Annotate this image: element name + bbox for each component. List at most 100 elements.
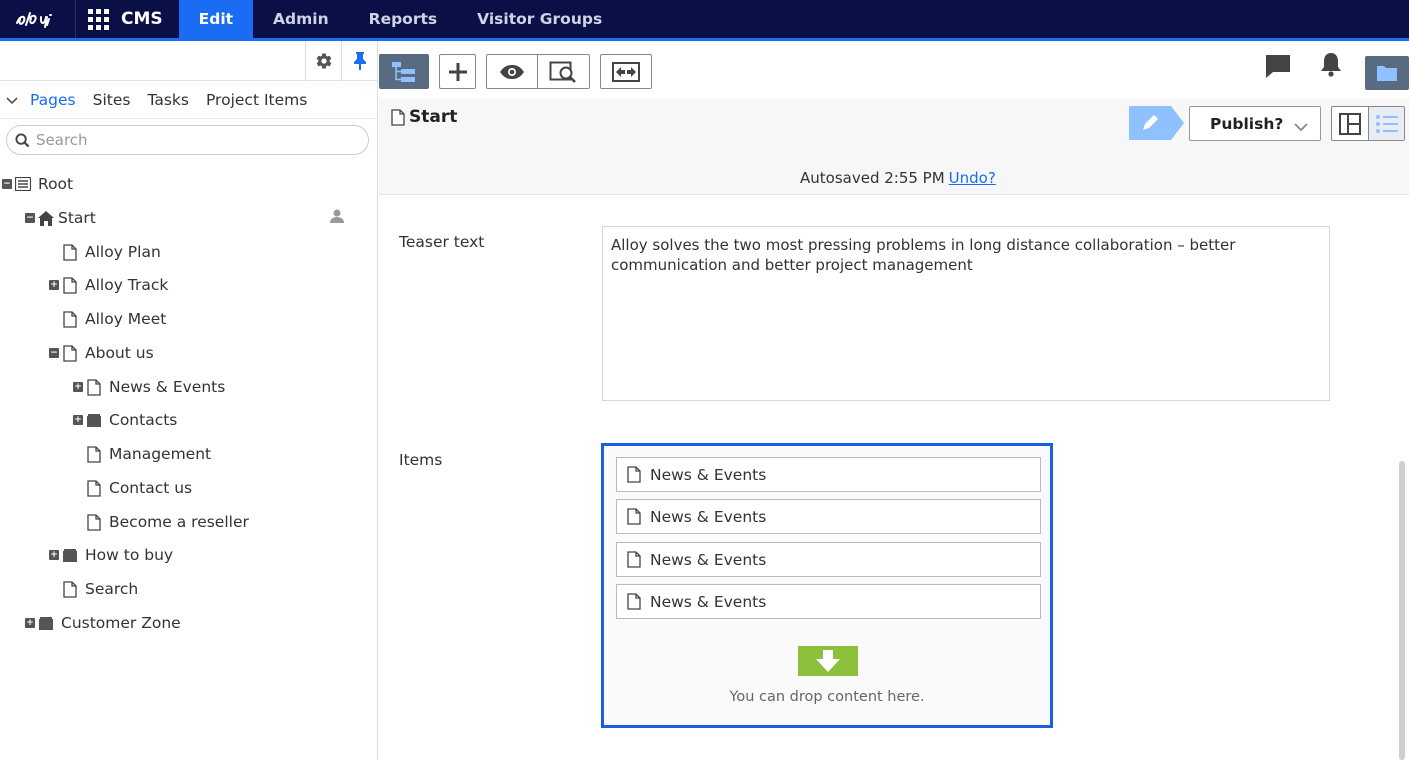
view-mode-group	[486, 54, 590, 89]
page-icon	[86, 479, 102, 497]
edit-view-switcher	[1331, 106, 1405, 141]
page-icon	[627, 508, 641, 525]
tree-node-label: Root	[38, 175, 74, 193]
tab-sites[interactable]: Sites	[93, 91, 131, 109]
tree-node-customer-zone[interactable]: + Customer Zone	[0, 606, 378, 640]
nav-tab-reports[interactable]: Reports	[349, 0, 457, 38]
app-switcher[interactable]	[76, 0, 121, 38]
page-icon	[627, 593, 641, 610]
pane-pin-button[interactable]	[341, 41, 377, 81]
tree-node-label: Alloy Plan	[85, 243, 161, 261]
page-icon	[62, 344, 78, 362]
pane-settings-button[interactable]	[305, 41, 341, 81]
tree-node-search[interactable]: Search	[0, 572, 378, 606]
page-icon	[627, 466, 641, 483]
product-name: CMS	[121, 9, 163, 29]
notifications-button[interactable]	[1319, 51, 1343, 81]
comments-button[interactable]	[1265, 54, 1291, 84]
tree-node-alloy-track[interactable]: + Alloy Track	[0, 268, 378, 302]
tab-pages[interactable]: Pages	[30, 91, 76, 109]
tree-node-alloy-plan[interactable]: Alloy Plan	[0, 235, 378, 269]
pencil-icon	[1129, 106, 1184, 140]
content-area-item[interactable]: News & Events	[616, 584, 1041, 619]
plus-icon	[448, 62, 467, 81]
all-properties-button[interactable]	[1368, 107, 1404, 140]
preview-magnifier-icon	[549, 61, 576, 83]
expand-toggle[interactable]: +	[25, 618, 35, 628]
page-icon	[391, 108, 405, 126]
tree-node-alloy-meet[interactable]: Alloy Meet	[0, 302, 378, 336]
compare-button[interactable]	[600, 54, 652, 89]
toggle-navigation-pane-button[interactable]	[379, 54, 429, 89]
collapse-toggle[interactable]: −	[49, 348, 59, 358]
tree-node-about-us[interactable]: − About us	[0, 336, 378, 370]
tree-node-become-a-reseller[interactable]: Become a reseller	[0, 505, 378, 539]
autosave-text: Autosaved 2:55 PM	[800, 169, 945, 187]
preview-button[interactable]	[487, 55, 538, 88]
home-icon	[38, 209, 54, 227]
top-navigation-bar: CMS Edit Admin Reports Visitor Groups	[0, 0, 1409, 38]
page-icon	[86, 445, 102, 463]
nav-tab-admin[interactable]: Admin	[253, 0, 349, 38]
tree-structure-icon	[392, 61, 415, 82]
undo-link[interactable]: Undo?	[949, 169, 996, 187]
teaser-text-field[interactable]: Alloy solves the two most pressing probl…	[602, 226, 1330, 401]
tree-node-news-events[interactable]: + News & Events	[0, 370, 378, 404]
tab-project-items[interactable]: Project Items	[206, 91, 307, 109]
layout-icon	[1339, 112, 1361, 135]
page-icon	[627, 551, 641, 568]
gear-icon	[316, 53, 331, 69]
tree-node-start[interactable]: − Start	[0, 201, 378, 235]
user-icon	[330, 209, 344, 227]
tree-node-contacts[interactable]: + Contacts	[0, 403, 378, 437]
expand-toggle[interactable]: +	[73, 415, 83, 425]
tree-node-contact-us[interactable]: Contact us	[0, 471, 378, 505]
item-label: News & Events	[650, 507, 767, 526]
page-icon	[62, 243, 78, 261]
root-list-icon	[15, 175, 31, 193]
page-icon	[86, 513, 102, 531]
tree-node-management[interactable]: Management	[0, 437, 378, 471]
tree-node-label: Alloy Meet	[85, 310, 167, 328]
grid-icon	[88, 8, 109, 30]
content-area-items[interactable]: News & Events News & Events News & Event…	[601, 443, 1053, 728]
bell-icon	[1321, 53, 1341, 77]
drop-zone-text: You can drop content here.	[729, 689, 925, 705]
vertical-scrollbar[interactable]	[1399, 461, 1405, 760]
content-area-item[interactable]: News & Events	[616, 542, 1041, 577]
content-area-item[interactable]: News & Events	[616, 499, 1041, 534]
tree-node-root[interactable]: − Root	[0, 167, 378, 201]
eye-icon	[500, 64, 524, 79]
collapse-toggle[interactable]: −	[25, 213, 35, 223]
publish-button[interactable]: Publish?	[1189, 106, 1321, 141]
preview-search-button[interactable]	[538, 55, 589, 88]
chevron-down-icon[interactable]	[6, 91, 18, 109]
expand-toggle[interactable]: +	[73, 382, 83, 392]
search-icon	[15, 132, 30, 147]
assets-pane-button[interactable]	[1365, 56, 1409, 90]
on-page-edit-button[interactable]	[1332, 107, 1368, 140]
epi-logo-icon	[15, 12, 52, 28]
nav-tab-visitor-groups[interactable]: Visitor Groups	[457, 0, 622, 38]
page-title-text: Start	[409, 107, 458, 127]
tree-node-label: Alloy Track	[85, 276, 169, 294]
tree-node-label: Contact us	[109, 479, 193, 497]
nav-tab-edit[interactable]: Edit	[178, 0, 254, 38]
page-title: Start	[391, 107, 457, 127]
content-area-item[interactable]: News & Events	[616, 457, 1041, 492]
editing-status-tag[interactable]	[1129, 106, 1184, 140]
tree-node-label: Customer Zone	[61, 614, 181, 632]
tab-tasks[interactable]: Tasks	[147, 91, 189, 109]
collapse-toggle[interactable]: −	[2, 179, 12, 189]
tree-search-input[interactable]	[36, 131, 336, 149]
create-new-button[interactable]	[439, 54, 476, 89]
expand-toggle[interactable]: +	[49, 280, 59, 290]
tree-node-label: Become a reseller	[109, 513, 249, 531]
epi-logo[interactable]	[0, 0, 76, 38]
expand-toggle[interactable]: +	[49, 550, 59, 560]
tree-node-how-to-buy[interactable]: + How to buy	[0, 538, 378, 572]
tree-search-box[interactable]	[6, 125, 369, 155]
tree-node-label: News & Events	[109, 378, 226, 396]
tree-node-label: Start	[58, 209, 96, 227]
editing-area: Start Publish? Autosaved 2:55 PM Undo? T…	[379, 41, 1409, 760]
